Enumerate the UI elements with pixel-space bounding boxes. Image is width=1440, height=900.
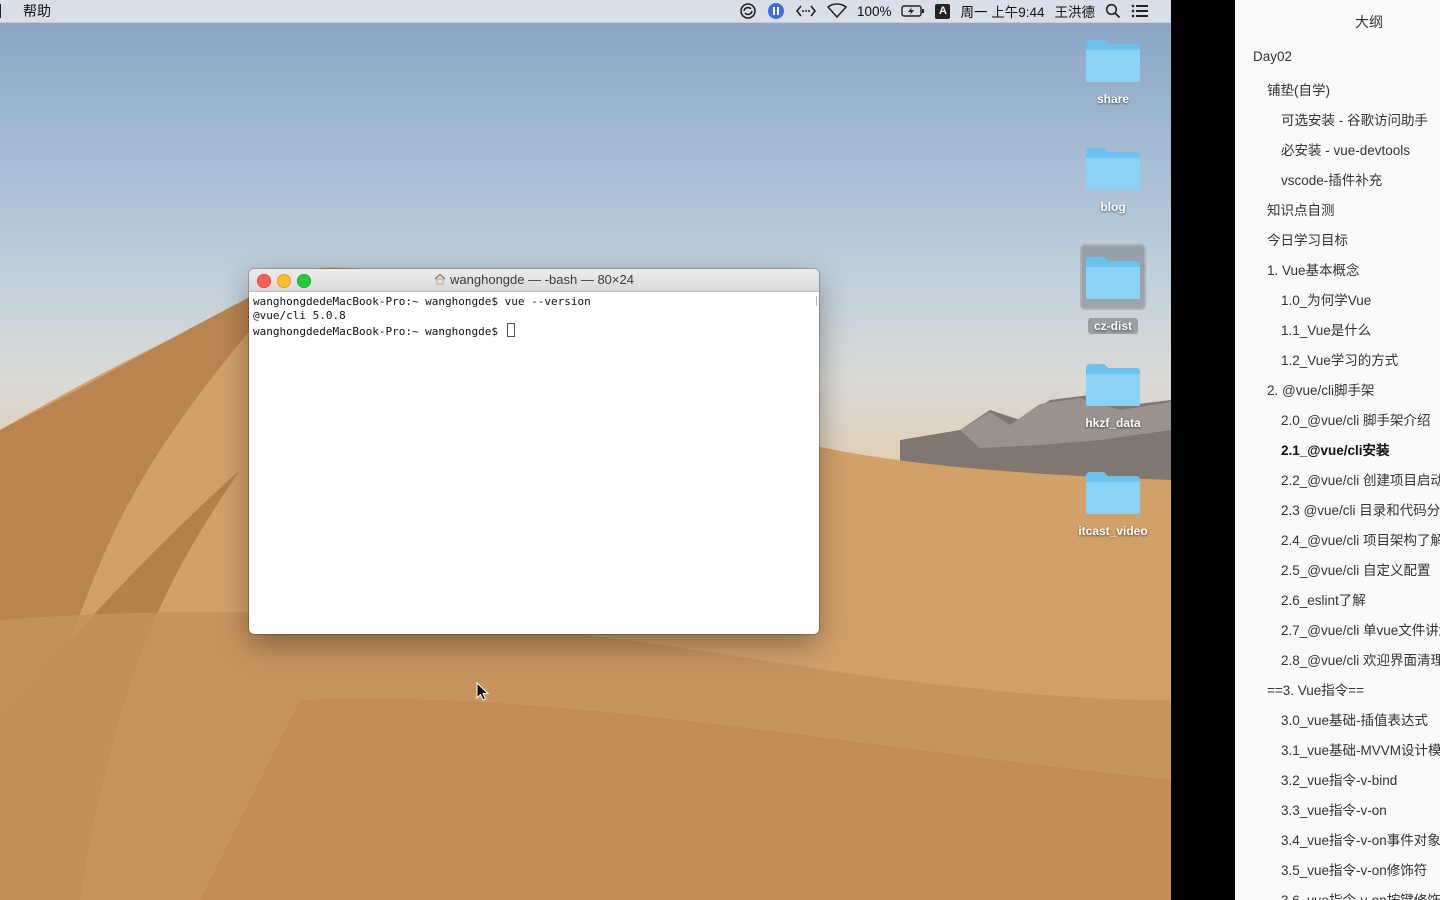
terminal-line: wanghongdedeMacBook-Pro:~ wanghongde$ vu… (253, 295, 591, 308)
notification-center-icon[interactable] (1131, 2, 1149, 20)
desktop-folder-cz-dist[interactable]: cz-dist (1068, 244, 1158, 335)
outline-item[interactable]: 2.2_@vue/cli 创建项目启动 (1281, 469, 1440, 489)
terminal-title-text: wanghongde — -bash — 80×24 (450, 272, 634, 287)
scroll-indicator (814, 296, 817, 306)
terminal-prompt: wanghongdedeMacBook-Pro:~ wanghongde$ (253, 325, 505, 338)
outline-item[interactable]: Day02 (1253, 49, 1292, 64)
wifi-icon[interactable] (826, 2, 847, 20)
outline-item[interactable]: 2.8_@vue/cli 欢迎界面清理 (1281, 649, 1440, 669)
outline-item[interactable]: 2.3 @vue/cli 目录和代码分析 (1281, 499, 1440, 519)
outline-item[interactable]: 3.0_vue基础-插值表达式 (1281, 709, 1428, 729)
battery-percent: 100% (856, 3, 892, 19)
menu-user[interactable]: 王洪德 (1055, 1, 1096, 21)
outline-item[interactable]: 今日学习目标 (1267, 229, 1348, 249)
outline-item[interactable]: vscode-插件补充 (1281, 169, 1382, 189)
folder-icon (1084, 253, 1142, 301)
outline-item[interactable]: 2.4_@vue/cli 项目架构了解 (1281, 529, 1440, 549)
desktop-folder-share[interactable]: share (1068, 36, 1158, 106)
outline-item[interactable]: 1.0_为何学Vue (1281, 289, 1371, 309)
desktop-folder-hkzf-data[interactable]: hkzf_data (1068, 360, 1158, 430)
outline-item[interactable]: 知识点自测 (1267, 199, 1335, 219)
outline-item[interactable]: 3.6_vue指令-v-on按键修饰符 (1281, 889, 1440, 900)
outline-item[interactable]: 铺垫(自学) (1267, 79, 1330, 99)
menu-clock[interactable]: 周一 上午9:44 (960, 1, 1044, 21)
outline-item[interactable]: 3.2_vue指令-v-bind (1281, 769, 1397, 789)
terminal-output[interactable]: wanghongdedeMacBook-Pro:~ wanghongde$ vu… (249, 292, 819, 633)
desktop-folder-itcast-video[interactable]: itcast_video (1068, 468, 1158, 538)
spotlight-search-icon[interactable] (1105, 2, 1121, 20)
terminal-line: @vue/cli 5.0.8 (253, 309, 346, 322)
home-icon (434, 273, 446, 288)
desktop-folder-blog[interactable]: blog (1068, 144, 1158, 214)
battery-charging-icon[interactable] (901, 2, 925, 20)
outline-item[interactable]: 2.6_eslint了解 (1281, 589, 1366, 609)
outline-item[interactable]: 3.1_vue基础-MVVM设计模式 (1281, 739, 1440, 759)
outline-item[interactable]: 2.0_@vue/cli 脚手架介绍 (1281, 409, 1431, 429)
outline-item[interactable]: ==3. Vue指令== (1267, 679, 1364, 699)
desktop-folder-label: cz-dist (1087, 318, 1138, 334)
outline-item[interactable]: 必安装 - vue-devtools (1281, 139, 1410, 159)
text-cursor (506, 323, 515, 337)
desktop-folder-label: share (1096, 92, 1130, 106)
outline-item[interactable]: 2.1_@vue/cli安装 (1281, 439, 1389, 459)
desktop[interactable]: 帮助 100% A 周一 上午9:44 王洪德 share blog cz-di… (0, 0, 1171, 900)
pause-app-icon[interactable] (767, 2, 785, 20)
outline-item[interactable]: 1.1_Vue是什么 (1281, 319, 1371, 339)
desktop-folder-label: blog (1100, 200, 1126, 214)
folder-icon (1084, 36, 1142, 84)
menu-bar: 帮助 100% A 周一 上午9:44 王洪德 (0, 0, 1171, 23)
outline-heading: 大纲 (1355, 14, 1383, 30)
outline-item[interactable]: 2.5_@vue/cli 自定义配置 (1281, 559, 1431, 579)
code-brackets-icon[interactable] (795, 2, 817, 20)
terminal-titlebar[interactable]: wanghongde — -bash — 80×24 (249, 269, 819, 292)
outline-item[interactable]: 2.7_@vue/cli 单vue文件讲解 (1281, 619, 1440, 639)
folder-icon (1084, 360, 1142, 408)
outline-item[interactable]: 3.4_vue指令-v-on事件对象 (1281, 829, 1440, 849)
folder-icon (1084, 144, 1142, 192)
menu-edge-icon (0, 4, 5, 18)
input-method-icon[interactable]: A (935, 2, 951, 20)
menu-help[interactable]: 帮助 (23, 1, 51, 21)
folder-icon (1084, 468, 1142, 516)
terminal-title: wanghongde — -bash — 80×24 (249, 272, 819, 288)
mouse-pointer-icon (476, 682, 490, 701)
outline-item[interactable]: 可选安装 - 谷歌访问助手 (1281, 109, 1428, 129)
desktop-folder-label: hkzf_data (1085, 416, 1141, 430)
terminal-window[interactable]: wanghongde — -bash — 80×24 wanghongdedeM… (249, 269, 819, 634)
outline-item[interactable]: 3.3_vue指令-v-on (1281, 799, 1387, 819)
outline-item[interactable]: 2. @vue/cli脚手架 (1267, 379, 1374, 399)
outline-item[interactable]: 1. Vue基本概念 (1267, 259, 1360, 279)
outline-panel: 大纲 Day02 铺垫(自学) 可选安装 - 谷歌访问助手 必安装 - vue-dev… (1235, 0, 1440, 900)
desktop-folder-label: itcast_video (1078, 524, 1148, 538)
sync-status-icon[interactable] (739, 2, 757, 20)
outline-item[interactable]: 3.5_vue指令-v-on修饰符 (1281, 859, 1427, 879)
outline-item[interactable]: 1.2_Vue学习的方式 (1281, 349, 1398, 369)
